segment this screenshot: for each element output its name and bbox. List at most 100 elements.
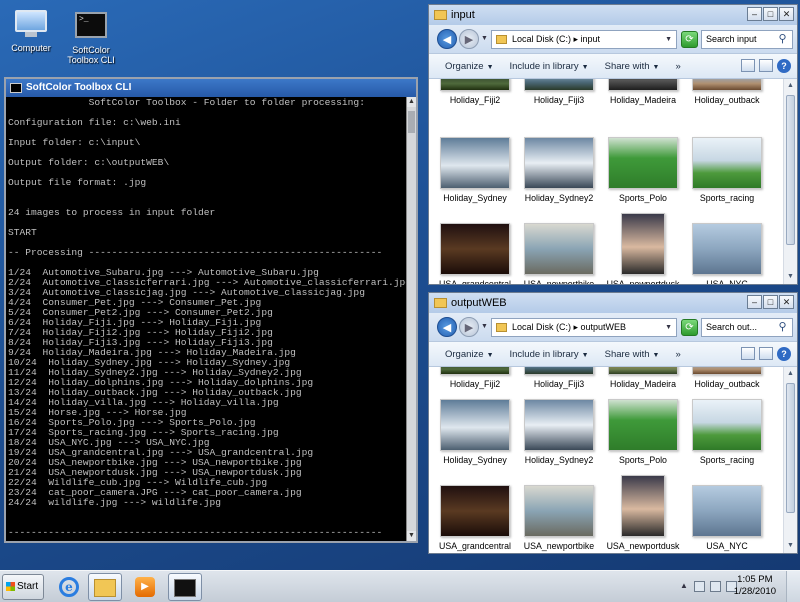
file-thumbnail[interactable]: Sports_racing <box>685 399 769 465</box>
file-thumbnail[interactable]: Holiday_Fiji3 <box>517 79 601 105</box>
window-titlebar[interactable]: outputWEB – □ ✕ <box>429 293 797 313</box>
file-thumbnail[interactable]: Sports_Polo <box>601 399 685 465</box>
file-thumbnail[interactable]: Sports_Polo <box>601 137 685 203</box>
desktop-icon-computer[interactable]: Computer <box>0 10 62 53</box>
share-with-button[interactable]: Share with ▼ <box>597 349 668 360</box>
file-name-label: Holiday_Fiji2 <box>449 95 501 105</box>
search-input[interactable]: Search input ⚲ <box>701 30 793 49</box>
file-thumbnail[interactable]: Holiday_Sydney <box>433 399 517 465</box>
file-thumbnail[interactable]: USA_grandcentral <box>433 485 517 551</box>
back-button[interactable]: ◀ <box>437 29 457 49</box>
scroll-up-icon[interactable]: ▲ <box>407 97 416 107</box>
file-name-label: Holiday_Madeira <box>609 379 676 389</box>
file-list[interactable]: ▲ ▼ Holiday_Fiji2 Holiday_Fiji3 Holiday_Ma… <box>429 79 797 284</box>
clock[interactable]: 1:05 PM 1/28/2010 <box>734 574 776 598</box>
scrollbar-thumb[interactable] <box>786 383 795 513</box>
taskbar-internet-explorer[interactable]: e <box>52 573 86 601</box>
file-thumbnail[interactable]: USA_NYC <box>685 223 769 284</box>
scroll-down-icon[interactable]: ▼ <box>784 539 797 553</box>
explorer-window-input[interactable]: input – □ ✕ ◀ ▶ ▼ Local Disk (C:) ▸ inpu… <box>428 4 798 285</box>
back-button[interactable]: ◀ <box>437 317 457 337</box>
organize-button[interactable]: Organize ▼ <box>437 349 502 360</box>
view-options-icon[interactable] <box>741 59 755 72</box>
scroll-up-icon[interactable]: ▲ <box>784 79 797 93</box>
organize-button[interactable]: Organize ▼ <box>437 61 502 72</box>
file-thumbnail[interactable]: Holiday_Sydney2 <box>517 399 601 465</box>
file-thumbnail[interactable]: Holiday_Fiji3 <box>517 367 601 389</box>
address-field[interactable]: Local Disk (C:) ▸ input ▼ <box>491 30 677 49</box>
file-thumbnail[interactable]: USA_newportdusk <box>601 475 685 551</box>
help-icon[interactable]: ? <box>777 347 791 361</box>
close-button[interactable]: ✕ <box>779 7 794 21</box>
chevron-down-icon[interactable]: ▼ <box>665 319 672 336</box>
maximize-button[interactable]: □ <box>763 295 778 309</box>
console-titlebar[interactable]: SoftColor Toolbox CLI <box>6 79 416 97</box>
folder-icon <box>496 35 507 44</box>
file-thumbnail[interactable]: USA_newportbike <box>517 485 601 551</box>
file-thumbnail[interactable]: Holiday_Sydney <box>433 137 517 203</box>
forward-button[interactable]: ▶ <box>459 29 479 49</box>
address-field[interactable]: Local Disk (C:) ▸ outputWEB ▼ <box>491 318 677 337</box>
show-hidden-icons-icon[interactable]: ▲ <box>680 581 688 590</box>
window-titlebar[interactable]: input – □ ✕ <box>429 5 797 25</box>
console-window[interactable]: SoftColor Toolbox CLI SoftColor Toolbox … <box>4 77 418 543</box>
vertical-scrollbar[interactable]: ▲ ▼ <box>783 79 797 284</box>
recent-pages-dropdown[interactable]: ▼ <box>481 35 488 42</box>
file-thumbnail[interactable]: USA_NYC <box>685 485 769 551</box>
scroll-down-icon[interactable]: ▼ <box>784 270 797 284</box>
forward-button[interactable]: ▶ <box>459 317 479 337</box>
scroll-up-icon[interactable]: ▲ <box>784 367 797 381</box>
file-thumbnail[interactable]: Sports_racing <box>685 137 769 203</box>
vertical-scrollbar[interactable]: ▲ ▼ <box>783 367 797 553</box>
view-options-icon[interactable] <box>741 347 755 360</box>
taskbar-softcolor-cli[interactable] <box>168 573 202 601</box>
close-button[interactable]: ✕ <box>779 295 794 309</box>
console-scrollbar[interactable]: ▲ ▼ <box>406 97 416 541</box>
photo-thumbnail-image <box>524 223 594 275</box>
scrollbar-thumb[interactable] <box>408 111 415 133</box>
file-name-label: USA_newportdusk <box>606 279 680 284</box>
action-center-icon[interactable] <box>694 581 705 592</box>
scroll-down-icon[interactable]: ▼ <box>407 531 416 541</box>
file-thumbnail[interactable]: Holiday_outback <box>685 79 769 105</box>
file-thumbnail[interactable]: Holiday_outback <box>685 367 769 389</box>
minimize-button[interactable]: – <box>747 7 762 21</box>
search-input[interactable]: Search out... ⚲ <box>701 318 793 337</box>
file-thumbnail[interactable]: Holiday_Fiji2 <box>433 79 517 105</box>
chevron-down-icon[interactable]: ▼ <box>665 31 672 48</box>
preview-pane-icon[interactable] <box>759 59 773 72</box>
file-name-label: Holiday_Madeira <box>609 95 676 105</box>
refresh-button[interactable]: ⟳ <box>681 319 698 336</box>
file-thumbnail[interactable]: Holiday_Madeira <box>601 367 685 389</box>
help-icon[interactable]: ? <box>777 59 791 73</box>
preview-pane-icon[interactable] <box>759 347 773 360</box>
file-thumbnail[interactable]: USA_newportdusk <box>601 213 685 284</box>
minimize-button[interactable]: – <box>747 295 762 309</box>
desktop-icon-softcolor-cli[interactable]: SoftColor Toolbox CLI <box>60 12 122 65</box>
explorer-window-outputweb[interactable]: outputWEB – □ ✕ ◀ ▶ ▼ Local Disk (C:) ▸ … <box>428 292 798 554</box>
start-button[interactable]: Start <box>2 574 44 600</box>
console-output[interactable]: SoftColor Toolbox - Folder to folder pro… <box>8 97 406 541</box>
file-name-label: USA_NYC <box>706 279 748 284</box>
scrollbar-thumb[interactable] <box>786 95 795 245</box>
include-in-library-button[interactable]: Include in library ▼ <box>502 349 597 360</box>
maximize-button[interactable]: □ <box>763 7 778 21</box>
taskbar-windows-explorer[interactable] <box>88 573 122 601</box>
include-in-library-button[interactable]: Include in library ▼ <box>502 61 597 72</box>
file-thumbnail[interactable]: Holiday_Fiji2 <box>433 367 517 389</box>
search-icon[interactable]: ⚲ <box>775 320 790 335</box>
refresh-button[interactable]: ⟳ <box>681 31 698 48</box>
file-thumbnail[interactable]: Holiday_Sydney2 <box>517 137 601 203</box>
file-list[interactable]: ▲ ▼ Holiday_Fiji2 Holiday_Fiji3 Holiday_Ma… <box>429 367 797 553</box>
network-icon[interactable] <box>710 581 721 592</box>
share-with-button[interactable]: Share with ▼ <box>597 61 668 72</box>
more-commands-button[interactable]: » <box>667 349 688 360</box>
file-thumbnail[interactable]: USA_newportbike <box>517 223 601 284</box>
taskbar-media-player[interactable]: ▶ <box>128 573 162 601</box>
file-thumbnail[interactable]: Holiday_Madeira <box>601 79 685 105</box>
more-commands-button[interactable]: » <box>667 61 688 72</box>
recent-pages-dropdown[interactable]: ▼ <box>481 323 488 330</box>
show-desktop-button[interactable] <box>786 571 800 602</box>
file-thumbnail[interactable]: USA_grandcentral <box>433 223 517 284</box>
search-icon[interactable]: ⚲ <box>775 32 790 47</box>
